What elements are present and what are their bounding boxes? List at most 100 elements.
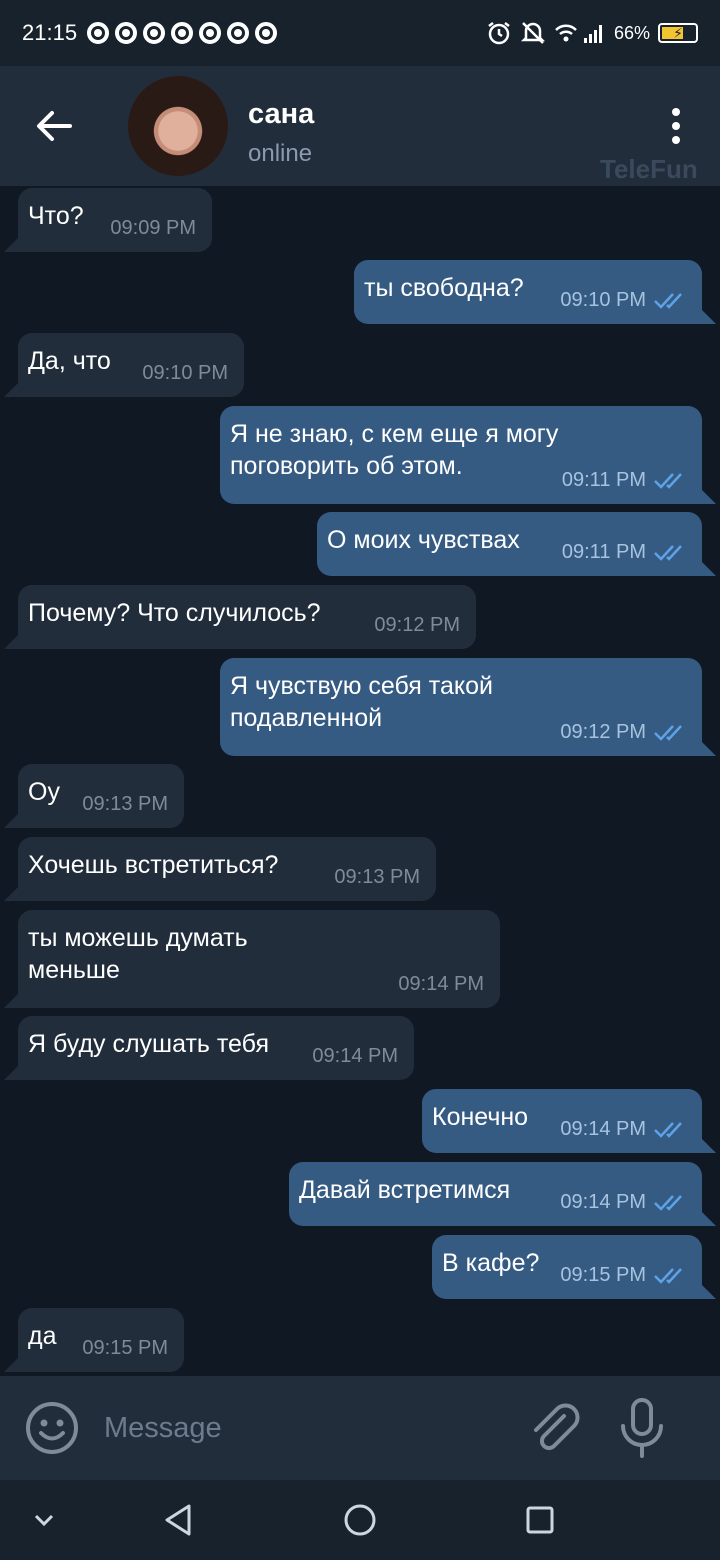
message-time: 09:15 PM: [82, 1337, 168, 1359]
double-check-icon: [654, 292, 682, 309]
message-meta: 09:15 PM: [82, 1337, 168, 1360]
message-time: 09:13 PM: [334, 866, 420, 888]
notification-icons: [87, 22, 278, 44]
composer: [0, 1376, 720, 1480]
message-time: 09:13 PM: [82, 793, 168, 815]
chevron-down-icon: [34, 1514, 54, 1527]
nav-home-button[interactable]: [336, 1496, 384, 1544]
double-check-icon: [654, 1194, 682, 1211]
message-bubble: ты свободна? 09:10 PM: [354, 260, 702, 324]
message-bubble: Да, что 09:10 PM: [18, 333, 244, 397]
message-outgoing[interactable]: Я не знаю, с кем еще я могу поговорить о…: [220, 406, 716, 504]
message-input[interactable]: [104, 1406, 504, 1450]
status-right: 66% ⚡: [486, 20, 698, 46]
chat-header: сана online TeleFun: [0, 66, 720, 186]
message-bubble: Давай встретимся 09:14 PM: [289, 1162, 702, 1226]
message-incoming[interactable]: ты можешь думать меньше 09:14 PM: [4, 910, 500, 1008]
message-incoming[interactable]: Я буду слушать тебя 09:14 PM: [4, 1016, 414, 1080]
message-incoming[interactable]: да 09:15 PM: [4, 1308, 184, 1372]
watermark: TeleFun: [600, 154, 698, 184]
double-check-icon: [654, 724, 682, 741]
message-incoming[interactable]: Что? 09:09 PM: [4, 188, 212, 252]
more-vertical-dot: [672, 136, 680, 144]
message-meta: 09:12 PM: [374, 614, 460, 637]
double-check-icon: [654, 1267, 682, 1284]
message-incoming[interactable]: Почему? Что случилось? 09:12 PM: [4, 585, 476, 649]
message-time: 09:11 PM: [561, 469, 646, 491]
message-bubble: В кафе? 09:15 PM: [432, 1235, 702, 1299]
message-incoming[interactable]: Оу 09:13 PM: [4, 764, 184, 828]
message-time: 09:10 PM: [142, 362, 228, 384]
chrome-notification-icon: [115, 22, 138, 44]
nav-back-button[interactable]: [154, 1496, 202, 1544]
double-check-icon: [654, 1121, 682, 1138]
status-time: 21:15: [22, 20, 78, 45]
message-meta: 09:14 PM: [560, 1191, 686, 1214]
message-meta: 09:15 PM: [560, 1264, 686, 1287]
alarm-icon: [488, 22, 510, 45]
mute-icon: [520, 22, 545, 44]
message-outgoing[interactable]: ты свободна? 09:10 PM: [354, 260, 716, 324]
message-bubble: О моих чувствах 09:11 PM: [317, 512, 702, 576]
battery-percent: 66%: [613, 22, 650, 43]
message-outgoing[interactable]: Давай встретимся 09:14 PM: [289, 1162, 716, 1226]
message-meta: 09:10 PM: [142, 362, 228, 385]
message-bubble: Хочешь встретиться? 09:13 PM: [18, 837, 436, 901]
message-meta: 09:11 PM: [562, 469, 686, 492]
message-meta: 09:11 PM: [562, 541, 686, 564]
emoji-icon[interactable]: [24, 1400, 80, 1456]
arrow-left-icon: [37, 111, 72, 141]
contact-status: online: [248, 140, 313, 167]
triangle-back-icon: [165, 1504, 191, 1536]
message-time: 09:14 PM: [560, 1118, 646, 1140]
message-meta: 09:13 PM: [82, 793, 168, 816]
circle-home-icon: [344, 1504, 376, 1536]
message-time: 09:12 PM: [374, 614, 460, 636]
charging-icon: ⚡: [673, 24, 683, 41]
message-outgoing[interactable]: Конечно 09:14 PM: [422, 1089, 716, 1153]
chrome-notification-icon: [87, 22, 110, 44]
nav-recents-button[interactable]: [516, 1496, 564, 1544]
message-meta: 09:13 PM: [334, 866, 420, 889]
chrome-notification-icon: [143, 22, 166, 44]
message-bubble: ты можешь думать меньше 09:14 PM: [18, 910, 500, 1008]
message-time: 09:11 PM: [561, 541, 646, 563]
chrome-notification-icon: [199, 22, 222, 44]
message-meta: 09:14 PM: [312, 1045, 398, 1068]
message-bubble: Я чувствую себя такой подавленной 09:12 P…: [220, 658, 702, 756]
message-meta: 09:14 PM: [398, 973, 484, 996]
message-bubble: Что? 09:09 PM: [18, 188, 212, 252]
message-time: 09:14 PM: [560, 1191, 646, 1213]
message-incoming[interactable]: Хочешь встретиться? 09:13 PM: [4, 837, 436, 901]
message-time: 09:14 PM: [312, 1045, 398, 1067]
paperclip-icon[interactable]: [524, 1398, 584, 1458]
message-meta: 09:12 PM: [560, 721, 686, 744]
more-vertical-dot: [672, 122, 680, 130]
back-button[interactable]: [24, 98, 84, 154]
nav-hide-keyboard-button[interactable]: [20, 1496, 68, 1544]
battery-icon: ⚡: [658, 23, 698, 43]
message-time: 09:12 PM: [560, 721, 646, 743]
message-outgoing[interactable]: О моих чувствах 09:11 PM: [317, 512, 716, 576]
system-nav-bar: [0, 1480, 720, 1560]
message-bubble: Оу 09:13 PM: [18, 764, 184, 828]
chrome-notification-icon: [227, 22, 250, 44]
message-outgoing[interactable]: Я чувствую себя такой подавленной 09:12 P…: [220, 658, 716, 756]
message-meta: 09:09 PM: [110, 217, 196, 240]
message-meta: 09:10 PM: [560, 289, 686, 312]
avatar[interactable]: [128, 76, 228, 176]
microphone-icon[interactable]: [614, 1396, 670, 1460]
more-vertical-icon: [672, 108, 680, 116]
message-list[interactable]: Что? 09:09 PM ты свободна? 09:10 PM Да, чт…: [0, 186, 720, 1376]
more-menu-button[interactable]: [656, 102, 696, 150]
message-time: 09:15 PM: [560, 1264, 646, 1286]
message-time: 09:09 PM: [110, 217, 196, 239]
message-meta: 09:14 PM: [560, 1118, 686, 1141]
wifi-signal-icon: [555, 24, 602, 43]
message-incoming[interactable]: Да, что 09:10 PM: [4, 333, 244, 397]
message-outgoing[interactable]: В кафе? 09:15 PM: [432, 1235, 716, 1299]
double-check-icon: [654, 472, 682, 489]
contact-name[interactable]: сана: [248, 98, 314, 131]
message-bubble: Я буду слушать тебя 09:14 PM: [18, 1016, 414, 1080]
message-time: 09:14 PM: [398, 973, 484, 995]
